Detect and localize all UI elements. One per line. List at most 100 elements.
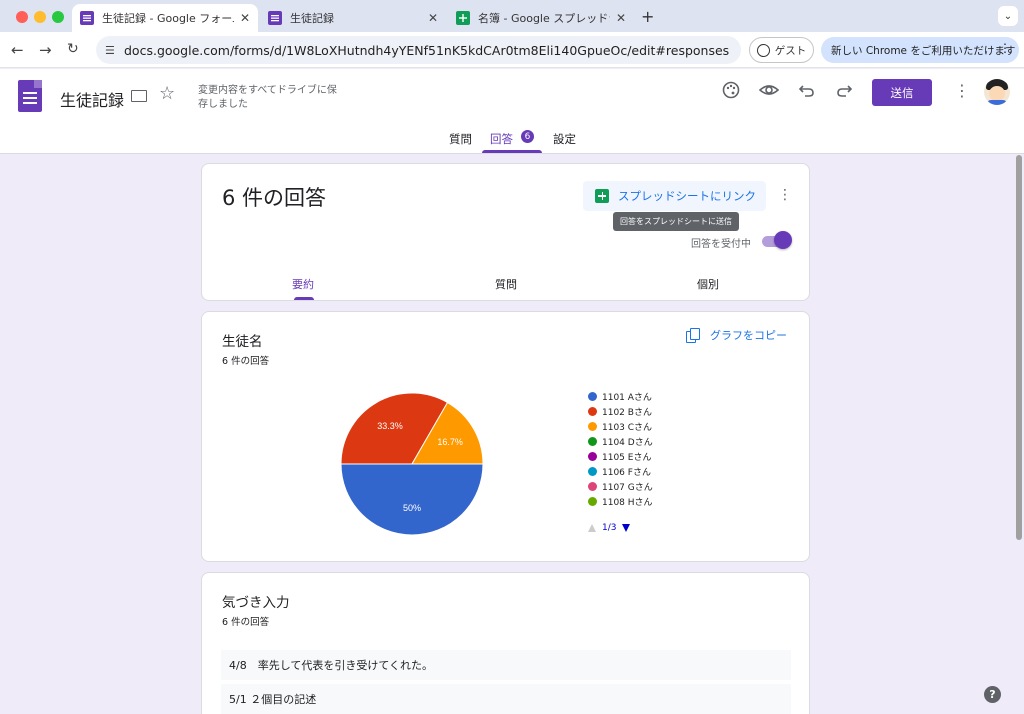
legend-swatch	[588, 482, 597, 491]
legend-label: 1104 Dさん	[602, 438, 653, 448]
legend-item: 1103 Cさん	[588, 419, 653, 434]
guest-label: ゲスト	[774, 44, 807, 57]
question-title: 気づき入力	[222, 595, 290, 611]
page-scrollbar[interactable]	[1016, 155, 1022, 540]
new-tab-button[interactable]: +	[641, 7, 654, 26]
tab-title: 名簿 - Google スプレッドシート	[478, 12, 610, 25]
chrome-update-button[interactable]: 新しい Chrome をご利用いただけます ⋮	[821, 37, 1019, 63]
browser-toolbar: ← → ↻ ☰ docs.google.com/forms/d/1W8LoXHu…	[0, 32, 1024, 68]
text-answer-row: 5/1 ２個目の記述	[221, 684, 791, 714]
url-text: docs.google.com/forms/d/1W8LoXHutndh4yYE…	[124, 42, 730, 58]
text-answer-row: 4/8 率先して代表を引き受けてくれた。	[221, 650, 791, 680]
browser-tab-sheets[interactable]: 名簿 - Google スプレッドシート ✕	[448, 4, 634, 32]
legend-next-page-icon[interactable]	[622, 524, 631, 532]
forms-favicon-icon	[268, 11, 282, 25]
active-subtab-indicator	[294, 297, 314, 300]
active-tab-indicator	[482, 150, 542, 153]
link-to-sheets-button[interactable]: スプレッドシートにリンク	[583, 181, 766, 211]
legend-label: 1105 Eさん	[602, 453, 652, 463]
legend-swatch	[588, 452, 597, 461]
address-bar[interactable]: ☰ docs.google.com/forms/d/1W8LoXHutndh4y…	[96, 36, 741, 64]
close-tab-icon[interactable]: ✕	[428, 11, 438, 25]
tab-question[interactable]: 質問	[495, 276, 517, 292]
responses-count-title: 6 件の回答	[222, 186, 327, 210]
more-vert-icon[interactable]: ⋮	[954, 81, 970, 100]
undo-icon[interactable]	[798, 81, 815, 104]
responses-summary-card: 6 件の回答 スプレッドシートにリンク ⋮ 回答をスプレッドシートに送信 回答を…	[201, 163, 810, 301]
tab-summary[interactable]: 要約	[292, 276, 314, 292]
legend-item: 1101 Aさん	[588, 389, 653, 404]
chart-legend: 1101 Aさん 1102 Bさん 1103 Cさん 1104 Dさん 1105 Eさん…	[588, 389, 653, 509]
toggle-knob[interactable]	[774, 231, 792, 249]
legend-label: 1102 Bさん	[602, 408, 652, 418]
sheets-icon	[595, 189, 609, 203]
maximize-window-button[interactable]	[52, 11, 64, 23]
legend-label: 1103 Cさん	[602, 423, 653, 433]
guest-profile-button[interactable]: ゲスト	[749, 37, 814, 63]
browser-tab-bar: 生徒記録 - Google フォーム ✕ 生徒記録 ✕ 名簿 - Google …	[0, 0, 1024, 32]
forms-header: 生徒記録 ☆ 変更内容をすべてドライブに保存しました 送信 ⋮ 質問 回答 6 …	[0, 69, 1024, 154]
legend-label: 1108 Hさん	[602, 498, 653, 508]
tooltip: 回答をスプレッドシートに送信	[613, 212, 739, 231]
tab-search-chevron-icon[interactable]: ⌄	[998, 6, 1018, 26]
more-vert-icon[interactable]: ⋮	[999, 41, 1011, 55]
legend-item: 1104 Dさん	[588, 434, 653, 449]
preview-eye-icon[interactable]	[758, 81, 780, 104]
reload-icon[interactable]: ↻	[67, 41, 79, 57]
send-button[interactable]: 送信	[872, 79, 932, 106]
legend-swatch	[588, 497, 597, 506]
redo-icon[interactable]	[836, 81, 853, 104]
sheets-favicon-icon	[456, 11, 470, 25]
help-button[interactable]: ?	[984, 686, 1001, 703]
update-label: 新しい Chrome をご利用いただけます	[831, 44, 1016, 57]
palette-icon[interactable]	[722, 81, 740, 104]
tab-questions[interactable]: 質問	[449, 131, 472, 147]
legend-swatch	[588, 437, 597, 446]
forward-arrow-icon[interactable]: →	[39, 41, 52, 59]
tab-settings[interactable]: 設定	[553, 131, 576, 147]
avatar[interactable]	[984, 79, 1010, 105]
legend-item: 1105 Eさん	[588, 449, 653, 464]
folder-icon[interactable]	[131, 90, 147, 102]
legend-swatch	[588, 392, 597, 401]
forms-favicon-icon	[80, 11, 94, 25]
responses-count-badge: 6	[521, 130, 534, 143]
legend-swatch	[588, 422, 597, 431]
copy-chart-label: グラフをコピー	[710, 329, 787, 342]
site-settings-icon[interactable]: ☰	[105, 44, 115, 57]
close-tab-icon[interactable]: ✕	[240, 11, 250, 25]
legend-swatch	[588, 407, 597, 416]
tab-title: 生徒記録	[290, 12, 334, 25]
back-arrow-icon[interactable]: ←	[11, 41, 24, 59]
browser-tab-form-preview[interactable]: 生徒記録 ✕	[260, 4, 446, 32]
question-title: 生徒名	[222, 334, 263, 350]
minimize-window-button[interactable]	[34, 11, 46, 23]
legend-item: 1106 Fさん	[588, 464, 653, 479]
profile-icon	[756, 43, 770, 57]
browser-tab-forms[interactable]: 生徒記録 - Google フォーム ✕	[72, 4, 258, 32]
legend-pager: 1/3	[588, 523, 631, 533]
question-summary-card: 気づき入力 6 件の回答 4/8 率先して代表を引き受けてくれた。 5/1 ２個…	[201, 572, 810, 714]
close-window-button[interactable]	[16, 11, 28, 23]
tab-individual[interactable]: 個別	[697, 276, 719, 292]
tab-title: 生徒記録 - Google フォーム	[102, 12, 234, 25]
tab-responses[interactable]: 回答	[490, 131, 513, 147]
close-tab-icon[interactable]: ✕	[616, 11, 626, 25]
legend-label: 1106 Fさん	[602, 468, 651, 478]
accepting-responses-label: 回答を受付中	[691, 239, 751, 250]
question-summary-card: 生徒名 6 件の回答 グラフをコピー 50% 33.3% 16.7% 1101 Aさ…	[201, 311, 810, 562]
more-vert-icon[interactable]: ⋮	[778, 187, 792, 203]
copy-chart-button[interactable]: グラフをコピー	[686, 327, 787, 343]
star-icon[interactable]: ☆	[159, 83, 175, 104]
link-sheets-label: スプレッドシートにリンク	[618, 189, 756, 203]
slice-percent-label: 50%	[403, 503, 421, 513]
legend-label: 1101 Aさん	[602, 393, 652, 403]
pie-chart: 50% 33.3% 16.7%	[340, 392, 484, 536]
form-title[interactable]: 生徒記録	[60, 87, 124, 111]
question-response-count: 6 件の回答	[222, 617, 270, 628]
legend-label: 1107 Gさん	[602, 483, 653, 493]
legend-prev-page-icon[interactable]	[588, 524, 596, 532]
pie-slice[interactable]	[340, 463, 484, 536]
question-response-count: 6 件の回答	[222, 356, 270, 367]
google-forms-logo-icon[interactable]	[18, 80, 42, 112]
